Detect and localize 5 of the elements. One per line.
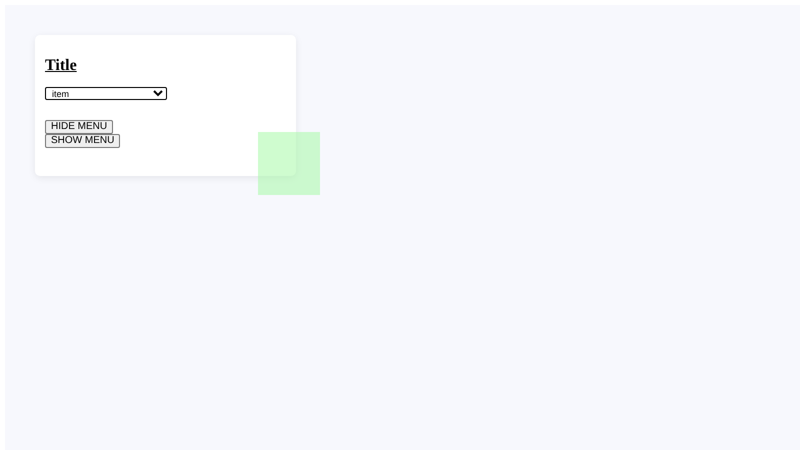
show-menu-button[interactable]: SHOW MENU — [45, 134, 120, 148]
translucent-square — [258, 132, 320, 195]
hide-menu-button[interactable]: HIDE MENU — [45, 120, 114, 134]
item-dropdown[interactable]: item — [45, 87, 167, 100]
card-title: Title — [45, 56, 78, 76]
